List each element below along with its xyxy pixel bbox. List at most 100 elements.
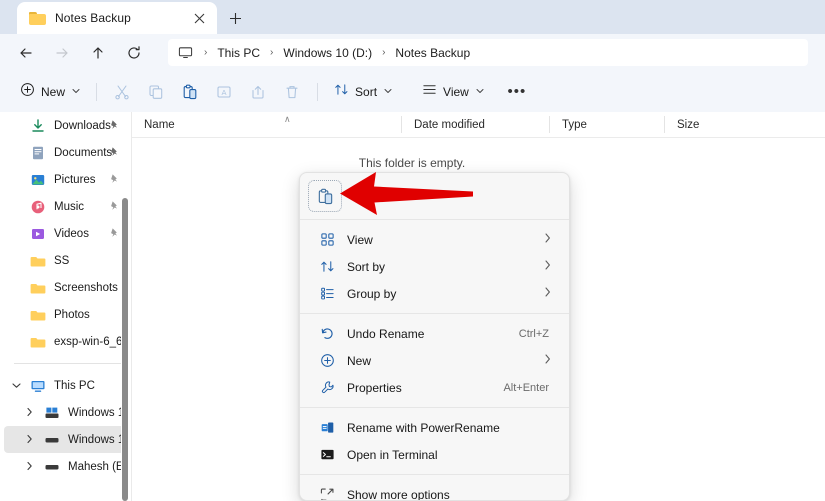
rename-icon[interactable]: A bbox=[207, 78, 241, 106]
pin-icon[interactable] bbox=[109, 146, 120, 160]
breadcrumb-separator: › bbox=[270, 47, 274, 58]
drive-win-icon bbox=[44, 405, 60, 421]
address-bar[interactable]: › This PC › Windows 10 (D:) › Notes Back… bbox=[168, 39, 808, 66]
forward-button[interactable] bbox=[47, 38, 77, 68]
sidebar-item-label: Screenshots bbox=[54, 281, 118, 294]
menu-item-undo-rename[interactable]: Undo Rename Ctrl+Z bbox=[304, 320, 565, 347]
chevron-right-icon[interactable] bbox=[26, 434, 36, 445]
menu-item-label: Show more options bbox=[347, 487, 450, 501]
chevron-right-icon[interactable] bbox=[26, 461, 36, 472]
sidebar-item-windows-10-d[interactable]: Windows 10 (D bbox=[4, 426, 125, 453]
sidebar-item-screenshots[interactable]: Screenshots bbox=[4, 274, 125, 301]
sidebar-item-label: Videos bbox=[54, 227, 89, 240]
menu-item-label: Rename with PowerRename bbox=[347, 420, 500, 435]
sidebar-item-label: Music bbox=[54, 200, 85, 213]
pin-icon[interactable] bbox=[109, 119, 120, 133]
menu-item-group-by[interactable]: Group by bbox=[304, 280, 565, 307]
folder-icon bbox=[30, 307, 46, 323]
menu-item-label: Open in Terminal bbox=[347, 447, 438, 462]
navigation-pane: Downloads Documents Pictures Music Video… bbox=[0, 112, 131, 501]
sort-icon bbox=[334, 82, 349, 102]
powerrename-icon bbox=[318, 419, 336, 437]
menu-item-new[interactable]: New bbox=[304, 347, 565, 374]
folder-icon bbox=[30, 280, 46, 296]
cut-icon[interactable] bbox=[105, 78, 139, 106]
copy-icon[interactable] bbox=[139, 78, 173, 106]
refresh-button[interactable] bbox=[119, 38, 149, 68]
sidebar-item-photos[interactable]: Photos bbox=[4, 301, 125, 328]
chevron-down-icon[interactable] bbox=[12, 381, 22, 391]
terminal-icon bbox=[318, 446, 336, 464]
pin-icon[interactable] bbox=[109, 173, 120, 187]
paste-icon[interactable] bbox=[308, 180, 342, 212]
sidebar-item-label: SS bbox=[54, 254, 70, 267]
menu-item-accelerator: Alt+Enter bbox=[503, 381, 549, 394]
sidebar-item-videos[interactable]: Videos bbox=[4, 220, 125, 247]
breadcrumb-windows-10-d[interactable]: Windows 10 (D:) bbox=[282, 44, 373, 62]
share-icon[interactable] bbox=[241, 78, 275, 106]
chevron-right-icon bbox=[544, 287, 551, 300]
menu-item-open-in-terminal[interactable]: Open in Terminal bbox=[304, 441, 565, 468]
new-button[interactable]: New bbox=[12, 78, 88, 106]
up-button[interactable] bbox=[83, 38, 113, 68]
back-button[interactable] bbox=[11, 38, 41, 68]
sidebar-item-downloads[interactable]: Downloads bbox=[4, 112, 125, 139]
more-options-icon bbox=[318, 486, 336, 500]
sidebar-item-this-pc[interactable]: This PC bbox=[4, 372, 125, 399]
tab-title: Notes Backup bbox=[55, 11, 131, 25]
menu-item-show-more-options[interactable]: Show more options bbox=[304, 481, 565, 501]
menu-item-view[interactable]: View bbox=[304, 226, 565, 253]
column-header-size[interactable]: Size bbox=[665, 112, 735, 137]
sidebar-item-pictures[interactable]: Pictures bbox=[4, 166, 125, 193]
sidebar-scrollbar-thumb[interactable] bbox=[122, 198, 128, 501]
sidebar-item-windows-11-c[interactable]: Windows 11 (C bbox=[4, 399, 125, 426]
document-icon bbox=[30, 145, 46, 161]
context-menu-icon-row bbox=[300, 173, 569, 219]
chevron-right-icon[interactable] bbox=[26, 407, 36, 418]
plus-circle-icon bbox=[318, 352, 336, 370]
menu-item-label: Group by bbox=[347, 286, 397, 301]
column-header-label: Type bbox=[562, 118, 587, 131]
command-bar: New A Sort View ••• bbox=[0, 71, 825, 112]
sidebar-item-documents[interactable]: Documents bbox=[4, 139, 125, 166]
sidebar-item-label: Pictures bbox=[54, 173, 96, 186]
menu-item-rename-with-powerrename[interactable]: Rename with PowerRename bbox=[304, 414, 565, 441]
more-toolbar-button[interactable]: ••• bbox=[502, 78, 532, 106]
sidebar-item-exsp-win[interactable]: exsp-win-6_6_0- bbox=[4, 328, 125, 355]
delete-icon[interactable] bbox=[275, 78, 309, 106]
drive-icon bbox=[44, 459, 60, 475]
column-header-label: Size bbox=[677, 118, 700, 131]
new-tab-button[interactable] bbox=[222, 5, 248, 31]
column-header-name[interactable]: Name ∧ bbox=[132, 112, 402, 137]
sidebar-item-mahesh-e[interactable]: Mahesh (E:) bbox=[4, 453, 125, 480]
menu-item-accelerator: Ctrl+Z bbox=[518, 327, 549, 340]
breadcrumb-this-pc[interactable]: This PC bbox=[216, 44, 261, 62]
view-grid-icon bbox=[318, 231, 336, 249]
chevron-right-icon bbox=[544, 260, 551, 273]
sidebar-item-music[interactable]: Music bbox=[4, 193, 125, 220]
paste-icon[interactable] bbox=[173, 78, 207, 106]
folder-icon bbox=[30, 253, 46, 269]
column-header-type[interactable]: Type bbox=[550, 112, 665, 137]
sort-button-label: Sort bbox=[355, 84, 378, 99]
toolbar-divider bbox=[317, 82, 319, 101]
menu-item-sort-by[interactable]: Sort by bbox=[304, 253, 565, 280]
column-header-label: Date modified bbox=[414, 118, 485, 131]
tab-notes-backup[interactable]: Notes Backup bbox=[17, 2, 217, 34]
sort-button[interactable]: Sort bbox=[326, 78, 400, 106]
menu-item-properties[interactable]: Properties Alt+Enter bbox=[304, 374, 565, 401]
pin-icon[interactable] bbox=[109, 227, 120, 241]
videos-icon bbox=[30, 226, 46, 242]
view-button[interactable]: View bbox=[414, 78, 492, 106]
tab-strip: Notes Backup bbox=[0, 0, 825, 34]
pin-icon[interactable] bbox=[109, 200, 120, 214]
close-icon[interactable] bbox=[189, 8, 209, 28]
monitor-icon[interactable] bbox=[178, 45, 193, 60]
column-header-date-modified[interactable]: Date modified bbox=[402, 112, 550, 137]
sidebar-item-ss[interactable]: SS bbox=[4, 247, 125, 274]
wrench-icon bbox=[318, 379, 336, 397]
breadcrumb-notes-backup[interactable]: Notes Backup bbox=[394, 44, 471, 62]
breadcrumb-separator: › bbox=[204, 47, 208, 58]
download-icon bbox=[30, 118, 46, 134]
sort-ascending-icon: ∧ bbox=[284, 114, 291, 124]
